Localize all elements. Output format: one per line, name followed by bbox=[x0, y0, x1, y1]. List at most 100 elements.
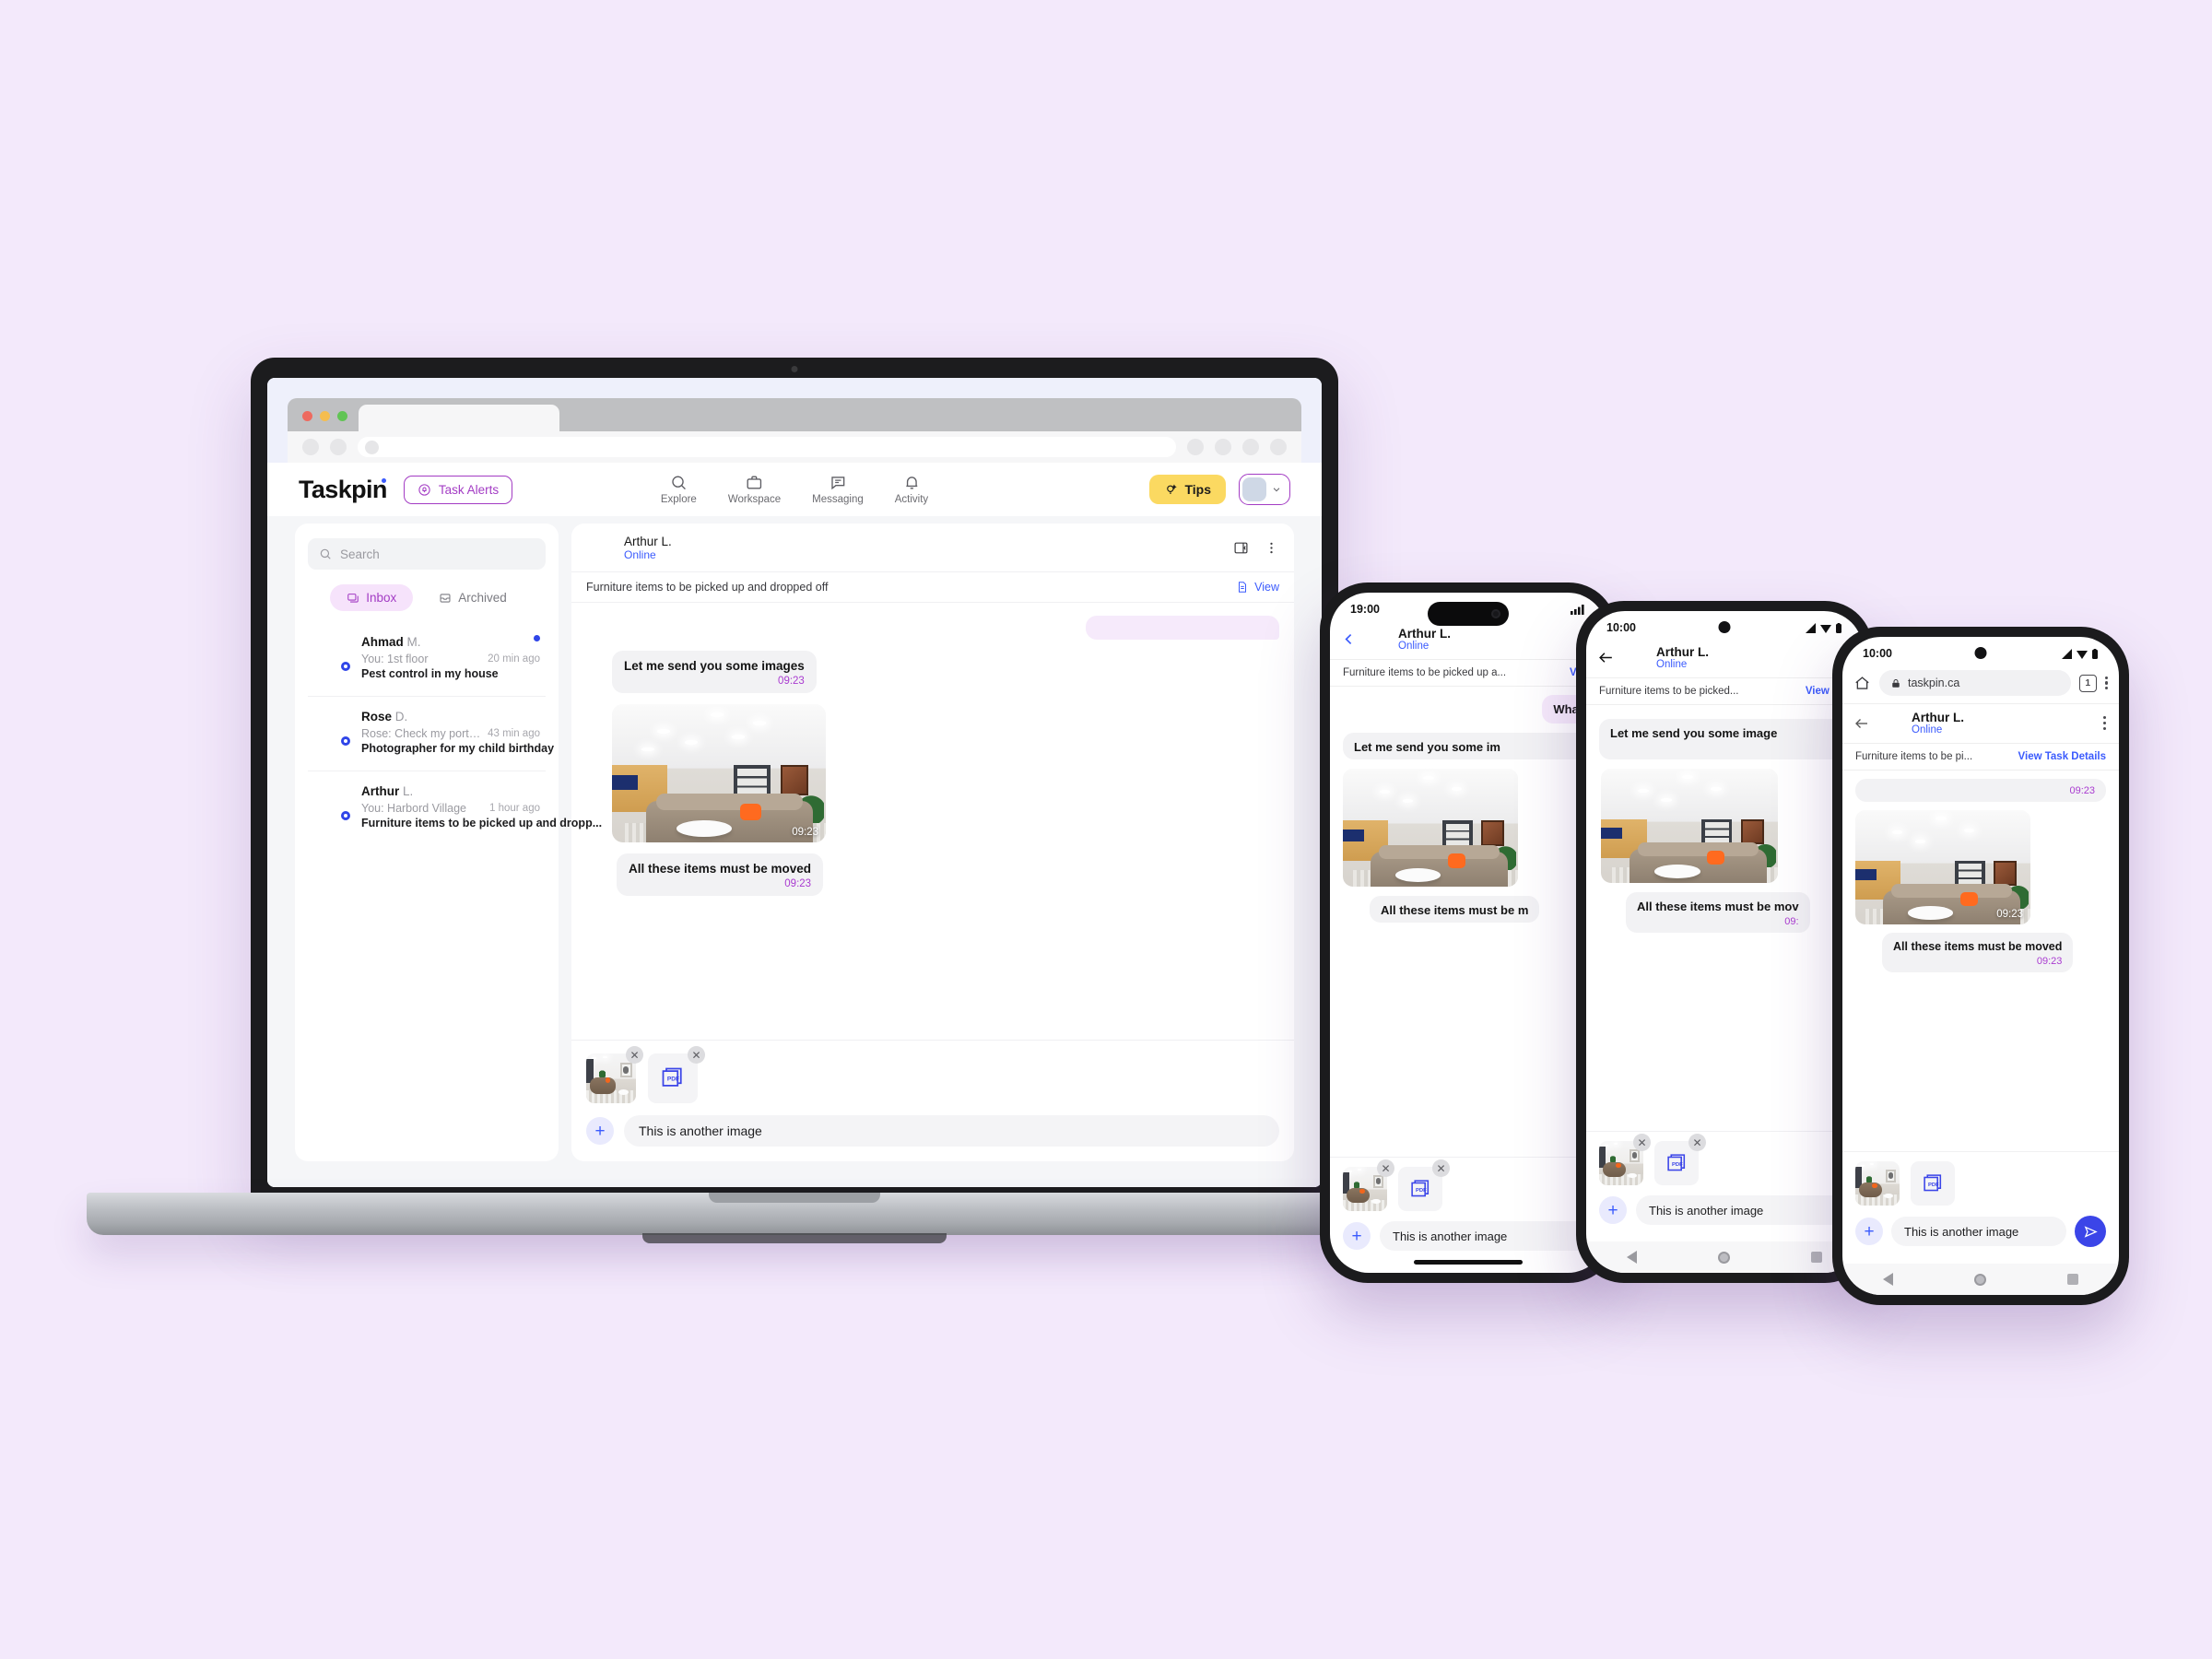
add-attachment-button[interactable]: + bbox=[1343, 1222, 1371, 1250]
address-bar[interactable]: taskpin.ca bbox=[1879, 670, 2071, 696]
add-attachment-button[interactable]: + bbox=[1599, 1196, 1627, 1224]
maximize-window-icon[interactable] bbox=[337, 411, 347, 421]
svg-text:PDF: PDF bbox=[1416, 1187, 1427, 1193]
message-bubble: Let me send you some image 09: bbox=[1599, 719, 1863, 759]
send-button[interactable] bbox=[2075, 1216, 2106, 1247]
home-icon[interactable] bbox=[1853, 675, 1871, 692]
message-input[interactable]: This is another image bbox=[1380, 1221, 1606, 1251]
task-banner: Furniture items to be pi... View Task De… bbox=[1842, 743, 2119, 771]
conversation-task-title: Pest control in my house bbox=[361, 667, 499, 680]
message-input[interactable]: This is another image bbox=[624, 1115, 1279, 1147]
cellular-signal-icon bbox=[2062, 648, 2072, 659]
message-composer: PDF + This is another image bbox=[1842, 1151, 2119, 1264]
add-attachment-button[interactable]: + bbox=[1855, 1218, 1883, 1245]
add-attachment-button[interactable]: + bbox=[586, 1117, 614, 1145]
view-task-details-link[interactable]: View bbox=[1236, 581, 1279, 594]
sidebar-toggle-icon[interactable] bbox=[1233, 540, 1249, 556]
message-text: All these items must be mov bbox=[1637, 900, 1799, 913]
nav-item-activity[interactable]: Activity bbox=[895, 474, 928, 505]
attachment-image[interactable]: ✕ bbox=[586, 1046, 643, 1103]
avatar bbox=[313, 709, 352, 747]
avatar bbox=[1855, 952, 1876, 972]
attachment-image[interactable]: ✕ bbox=[1599, 1134, 1651, 1185]
chat-contact-name: Arthur L. bbox=[1398, 627, 1451, 641]
message-time: 09:23 bbox=[778, 676, 805, 687]
tab-archived[interactable]: Archived bbox=[422, 584, 524, 611]
profile-icon[interactable] bbox=[1242, 439, 1259, 455]
back-button-icon[interactable] bbox=[1627, 1251, 1637, 1264]
logo-dot bbox=[381, 477, 386, 483]
back-button-icon[interactable] bbox=[1883, 1273, 1893, 1286]
inbox-tabs: Inbox Archived bbox=[308, 584, 546, 611]
attachment-image[interactable] bbox=[1855, 1161, 1900, 1206]
attachment-pdf[interactable]: PDF ✕ bbox=[648, 1046, 705, 1103]
status-badge bbox=[339, 809, 352, 822]
address-bar[interactable] bbox=[358, 437, 1176, 457]
recents-button-icon[interactable] bbox=[2067, 1274, 2078, 1285]
wifi-icon bbox=[1820, 624, 1831, 633]
mobile-browser-screen: 10:00 taskpin.ca 1 Arthur L. Online Furn… bbox=[1842, 637, 2119, 1295]
close-window-icon[interactable] bbox=[302, 411, 312, 421]
message-list: 09:23 09:23 All these items must be move… bbox=[1842, 771, 2119, 972]
recents-button-icon[interactable] bbox=[1811, 1252, 1822, 1263]
conversation-item[interactable]: Rose D. Rose: Check my portfolio, pl... … bbox=[308, 696, 554, 771]
message-input[interactable]: This is another image bbox=[1636, 1195, 1863, 1225]
view-task-label[interactable]: View Task Details bbox=[2018, 751, 2106, 762]
back-icon[interactable] bbox=[302, 439, 319, 455]
remove-attachment-icon[interactable]: ✕ bbox=[688, 1046, 705, 1064]
browser-menu-icon[interactable] bbox=[2104, 676, 2108, 690]
message-image[interactable] bbox=[1601, 769, 1778, 883]
message-image[interactable]: 09:23 bbox=[1855, 810, 2030, 924]
conversation-meta: Rose: Check my portfolio, pl... 43 min a… bbox=[361, 727, 540, 740]
message-row-incoming: Let me send you some im bbox=[1343, 733, 1606, 759]
attachment-pdf[interactable]: PDF ✕ bbox=[1398, 1159, 1450, 1211]
conversation-item[interactable]: Ahmad M. You: 1st floor 20 min ago Pest … bbox=[308, 622, 546, 696]
bookmark-icon[interactable] bbox=[1215, 439, 1231, 455]
tab-inbox[interactable]: Inbox bbox=[330, 584, 414, 611]
nav-item-explore[interactable]: Explore bbox=[661, 474, 697, 505]
message-image[interactable] bbox=[1343, 769, 1518, 887]
search-input[interactable]: Search bbox=[308, 538, 546, 570]
attachment-image[interactable]: ✕ bbox=[1343, 1159, 1394, 1211]
avatar bbox=[586, 534, 614, 561]
window-controls[interactable] bbox=[297, 411, 359, 431]
dynamic-island bbox=[1428, 602, 1509, 626]
remove-attachment-icon[interactable]: ✕ bbox=[626, 1046, 643, 1064]
browser-tab[interactable] bbox=[359, 405, 559, 431]
conversation-name: Arthur L. bbox=[361, 784, 413, 798]
message-input[interactable]: This is another image bbox=[1891, 1217, 2066, 1246]
conversation-main: Arthur L. You: Harbord Village 1 hour ag… bbox=[361, 783, 602, 831]
remove-attachment-icon[interactable]: ✕ bbox=[1633, 1134, 1651, 1151]
home-button-icon[interactable] bbox=[1974, 1273, 1986, 1286]
tips-button[interactable]: Tips bbox=[1149, 475, 1226, 504]
conversation-item[interactable]: Arthur L. You: Harbord Village 1 hour ag… bbox=[308, 771, 602, 845]
message-image[interactable]: 09:23 bbox=[612, 704, 826, 842]
attachment-pdf[interactable]: PDF ✕ bbox=[1654, 1134, 1706, 1185]
menu-icon[interactable] bbox=[1270, 439, 1287, 455]
profile-menu[interactable] bbox=[1239, 474, 1290, 505]
more-options-icon[interactable] bbox=[2102, 716, 2106, 730]
tab-count-button[interactable]: 1 bbox=[2078, 674, 2097, 692]
back-icon[interactable] bbox=[1597, 649, 1615, 666]
logo[interactable]: Taskpin bbox=[299, 476, 387, 504]
nav-item-workspace[interactable]: Workspace bbox=[728, 474, 781, 505]
message-bubble-outgoing bbox=[1086, 616, 1279, 640]
pdf-thumbnail: PDF bbox=[1911, 1161, 1955, 1206]
task-alerts-button[interactable]: Task Alerts bbox=[403, 475, 513, 504]
conversation-last-initial: D. bbox=[394, 710, 408, 724]
forward-icon[interactable] bbox=[330, 439, 347, 455]
nav-item-messaging[interactable]: Messaging bbox=[812, 474, 864, 505]
home-button-icon[interactable] bbox=[1718, 1251, 1730, 1264]
message-time: 09:23 bbox=[792, 827, 818, 838]
android-nav-bar bbox=[1842, 1264, 2119, 1295]
remove-attachment-icon[interactable]: ✕ bbox=[1432, 1159, 1450, 1177]
svg-text:PDF: PDF bbox=[1928, 1182, 1939, 1187]
remove-attachment-icon[interactable]: ✕ bbox=[1377, 1159, 1394, 1177]
more-options-icon[interactable] bbox=[1264, 540, 1279, 556]
attachment-pdf[interactable]: PDF bbox=[1911, 1161, 1955, 1206]
back-icon[interactable] bbox=[1341, 631, 1357, 647]
minimize-window-icon[interactable] bbox=[320, 411, 330, 421]
remove-attachment-icon[interactable]: ✕ bbox=[1688, 1134, 1706, 1151]
extensions-icon[interactable] bbox=[1187, 439, 1204, 455]
back-icon[interactable] bbox=[1853, 715, 1870, 732]
